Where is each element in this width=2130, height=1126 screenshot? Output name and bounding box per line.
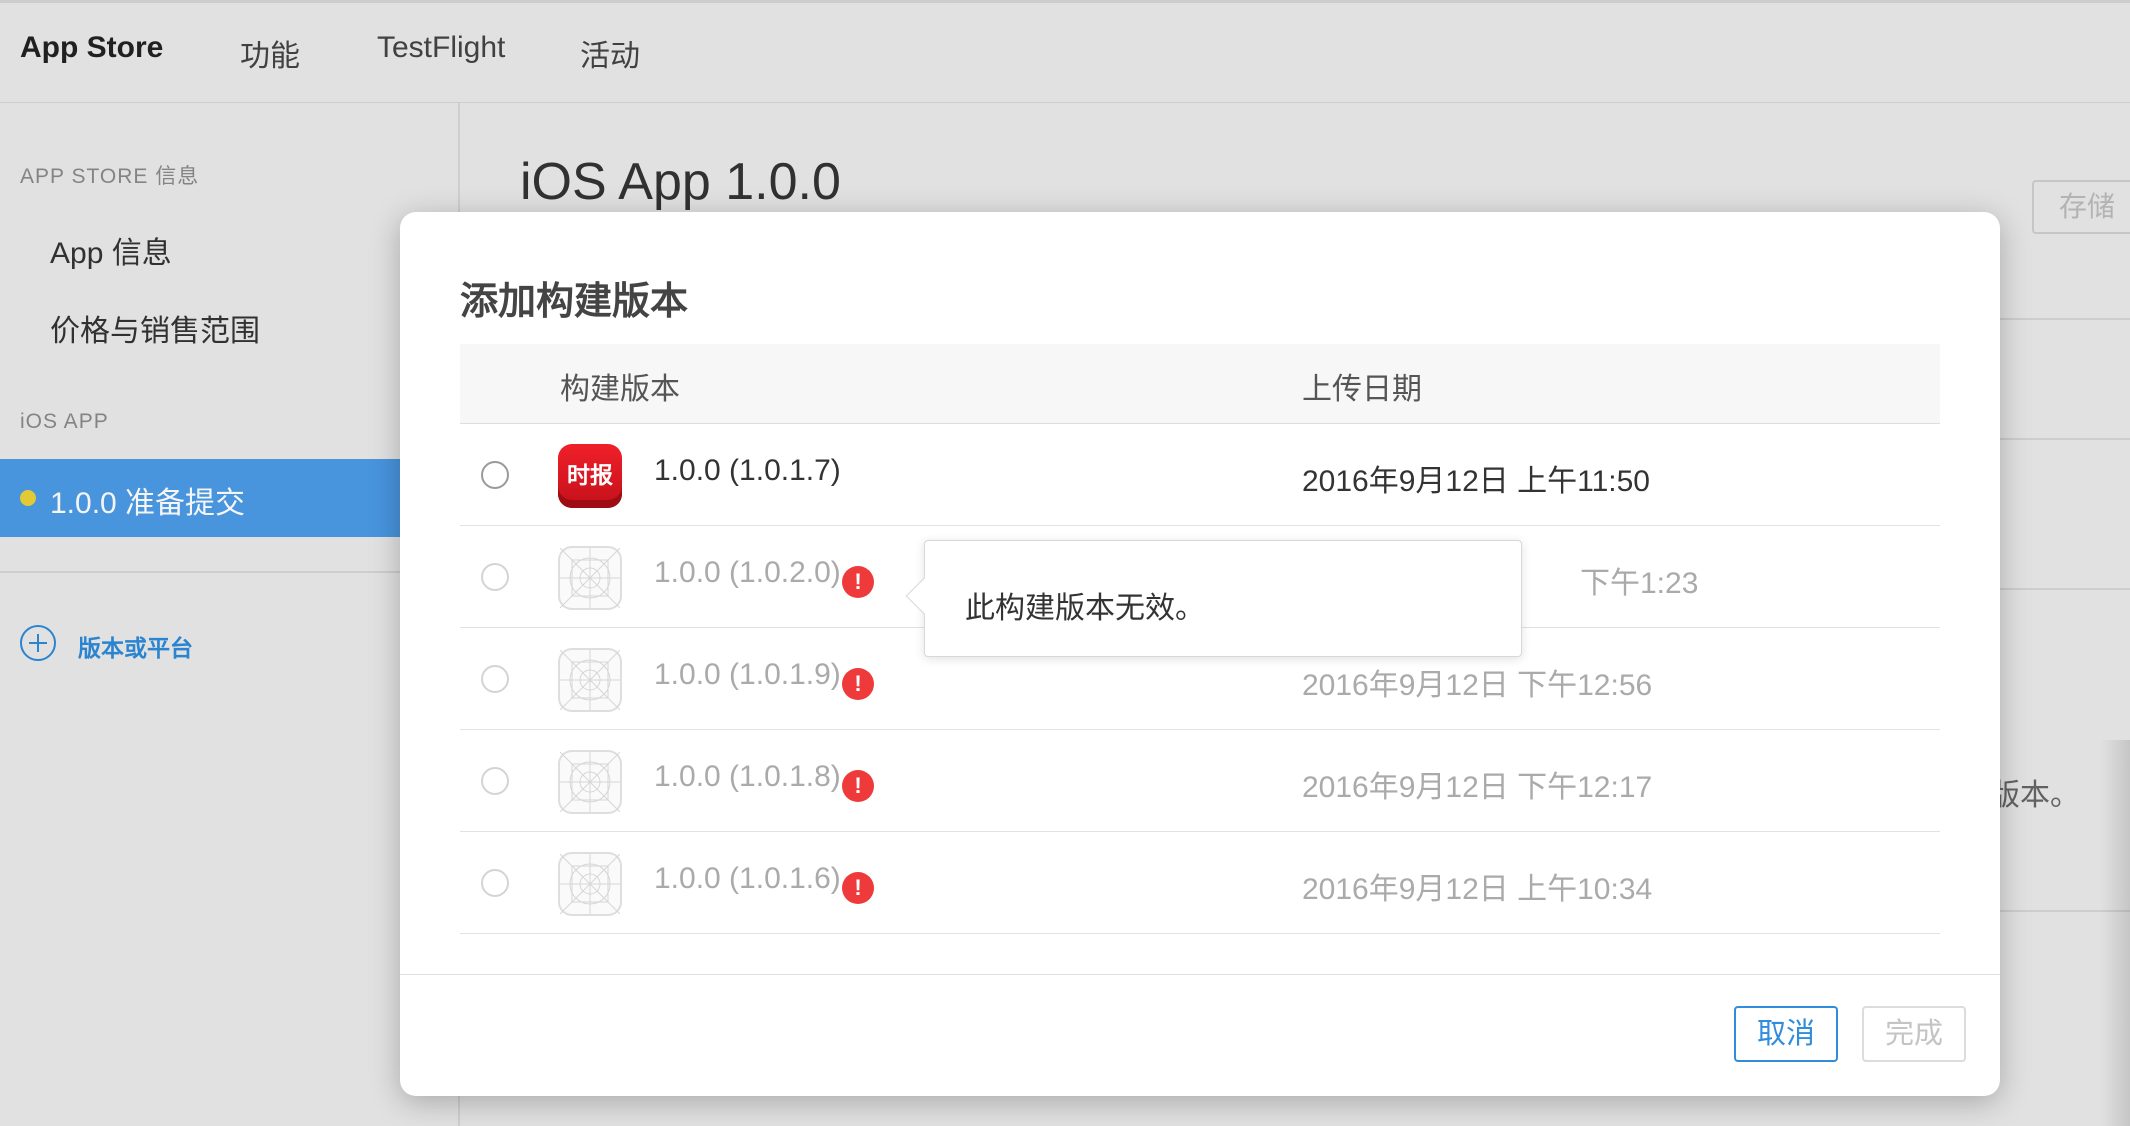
build-radio[interactable] — [481, 461, 509, 489]
upload-date: 2016年9月12日 上午10:34 — [1302, 873, 1653, 906]
build-version: 1.0.0 (1.0.1.6) — [654, 862, 841, 895]
build-version: 1.0.0 (1.0.1.7) — [654, 454, 841, 487]
invalid-warning-icon[interactable]: ! — [842, 668, 874, 700]
upload-date: 2016年9月12日 下午12:56 — [1302, 669, 1653, 702]
upload-date: 2016年9月12日 下午12:17 — [1302, 771, 1653, 804]
table-row[interactable]: 1.0.0 (1.0.1.8) ! 2016年9月12日 下午12:17 — [460, 730, 1940, 832]
tooltip-text: 此构建版本无效。 — [965, 592, 1205, 625]
build-version: 1.0.0 (1.0.1.9) — [654, 658, 841, 691]
dialog-footer-divider — [400, 974, 2000, 975]
app-icon: 时报 — [558, 444, 622, 508]
dialog-title: 添加构建版本 — [460, 281, 689, 323]
build-version: 1.0.0 (1.0.1.8) — [654, 760, 841, 793]
invalid-warning-icon[interactable]: ! — [842, 566, 874, 598]
upload-date: 下午1:23 — [1580, 567, 1699, 600]
placeholder-app-icon — [558, 546, 622, 610]
build-version: 1.0.0 (1.0.2.0) — [654, 556, 841, 589]
invalid-warning-icon[interactable]: ! — [842, 770, 874, 802]
placeholder-app-icon — [558, 648, 622, 712]
invalid-warning-icon[interactable]: ! — [842, 872, 874, 904]
placeholder-app-icon — [558, 750, 622, 814]
done-button[interactable]: 完成 — [1862, 1006, 1966, 1062]
build-radio[interactable] — [481, 767, 509, 795]
add-build-dialog: 添加构建版本 构建版本 上传日期 时报 1.0.0 (1.0.1.7) 2016… — [400, 212, 2000, 1096]
table-header: 构建版本 上传日期 — [460, 344, 1940, 424]
column-header-upload-date: 上传日期 — [1302, 373, 1422, 406]
build-radio[interactable] — [481, 869, 509, 897]
invalid-build-tooltip: 此构建版本无效。 — [905, 540, 1522, 657]
table-row[interactable]: 1.0.0 (1.0.1.6) ! 2016年9月12日 上午10:34 — [460, 832, 1940, 934]
build-radio[interactable] — [481, 665, 509, 693]
cancel-button[interactable]: 取消 — [1734, 1006, 1838, 1062]
column-header-build: 构建版本 — [560, 373, 680, 406]
upload-date: 2016年9月12日 上午11:50 — [1302, 465, 1650, 498]
placeholder-app-icon — [558, 852, 622, 916]
table-row[interactable]: 时报 1.0.0 (1.0.1.7) 2016年9月12日 上午11:50 — [460, 424, 1940, 526]
build-radio[interactable] — [481, 563, 509, 591]
